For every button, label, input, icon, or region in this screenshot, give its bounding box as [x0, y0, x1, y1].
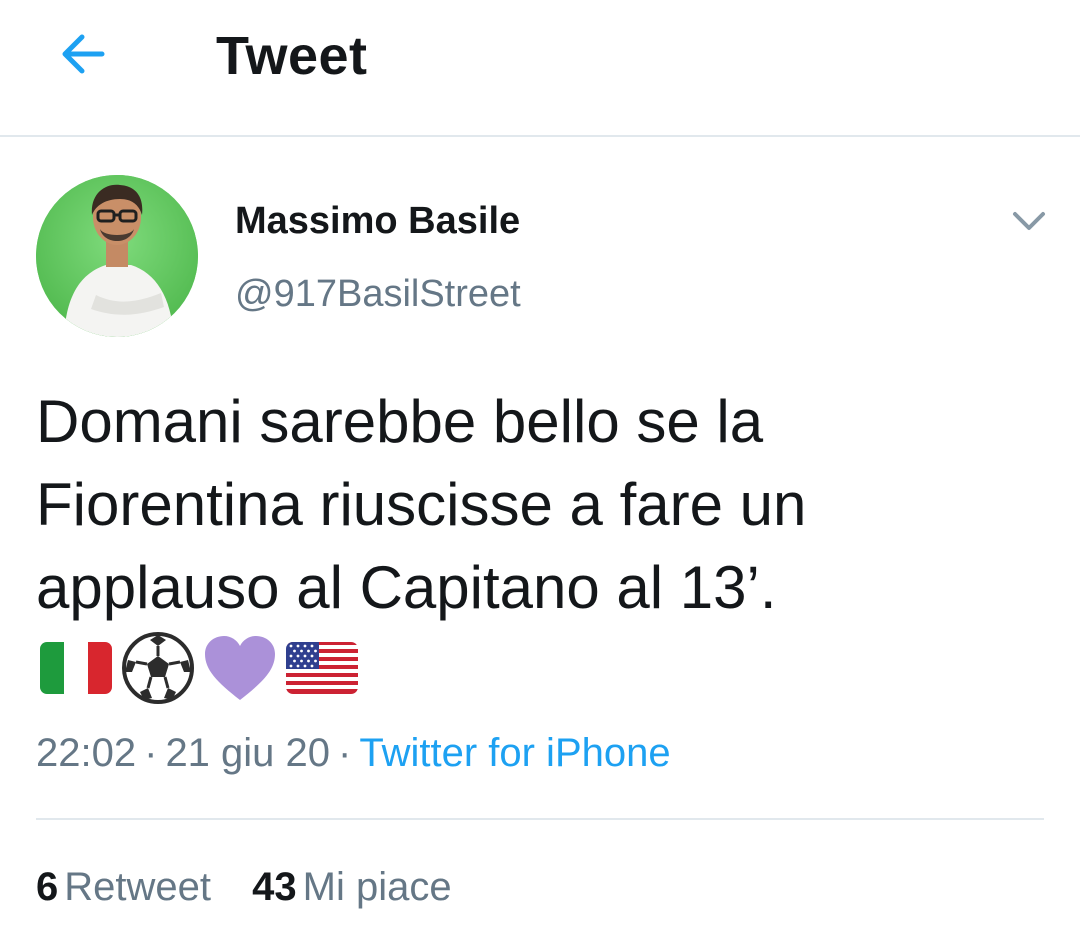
tweet-stats: 6 Retweet 43 Mi piace: [36, 862, 482, 912]
meta-separator: ·: [338, 731, 352, 775]
emoji-row: [38, 632, 366, 704]
author-name[interactable]: Massimo Basile: [235, 199, 520, 243]
meta-separator: ·: [144, 731, 158, 775]
author-handle[interactable]: @917BasilStreet: [235, 272, 521, 316]
retweets-label: Retweet: [64, 865, 211, 909]
likes-count: 43: [252, 865, 297, 909]
arrow-left-icon: [62, 34, 105, 74]
soccer-ball-icon: [120, 632, 196, 704]
chevron-down-icon: [1013, 212, 1045, 230]
likes-stat[interactable]: 43 Mi piace: [252, 862, 451, 912]
divider: [36, 818, 1044, 820]
purple-heart-icon: [202, 632, 278, 704]
italy-flag-icon: [38, 632, 114, 704]
us-flag-icon: [284, 632, 360, 704]
user-avatar-icon: [36, 175, 198, 337]
top-app-bar: Tweet: [0, 0, 1080, 137]
tweet-source-link[interactable]: Twitter for iPhone: [359, 731, 670, 775]
avatar[interactable]: [36, 175, 198, 337]
tweet-time: 22:02: [36, 731, 137, 775]
page-title: Tweet: [216, 26, 368, 86]
retweets-count: 6: [36, 865, 59, 909]
more-options-button[interactable]: [1008, 200, 1050, 242]
tweet-meta: 22:02 · 21 giu 20 · Twitter for iPhone: [36, 728, 671, 778]
back-button[interactable]: [52, 22, 116, 86]
tweet-date: 21 giu 20: [165, 731, 331, 775]
tweet-text: Domani sarebbe bello se la Fiorentina ri…: [36, 388, 807, 621]
retweets-stat[interactable]: 6 Retweet: [36, 862, 211, 912]
likes-label: Mi piace: [302, 865, 452, 909]
